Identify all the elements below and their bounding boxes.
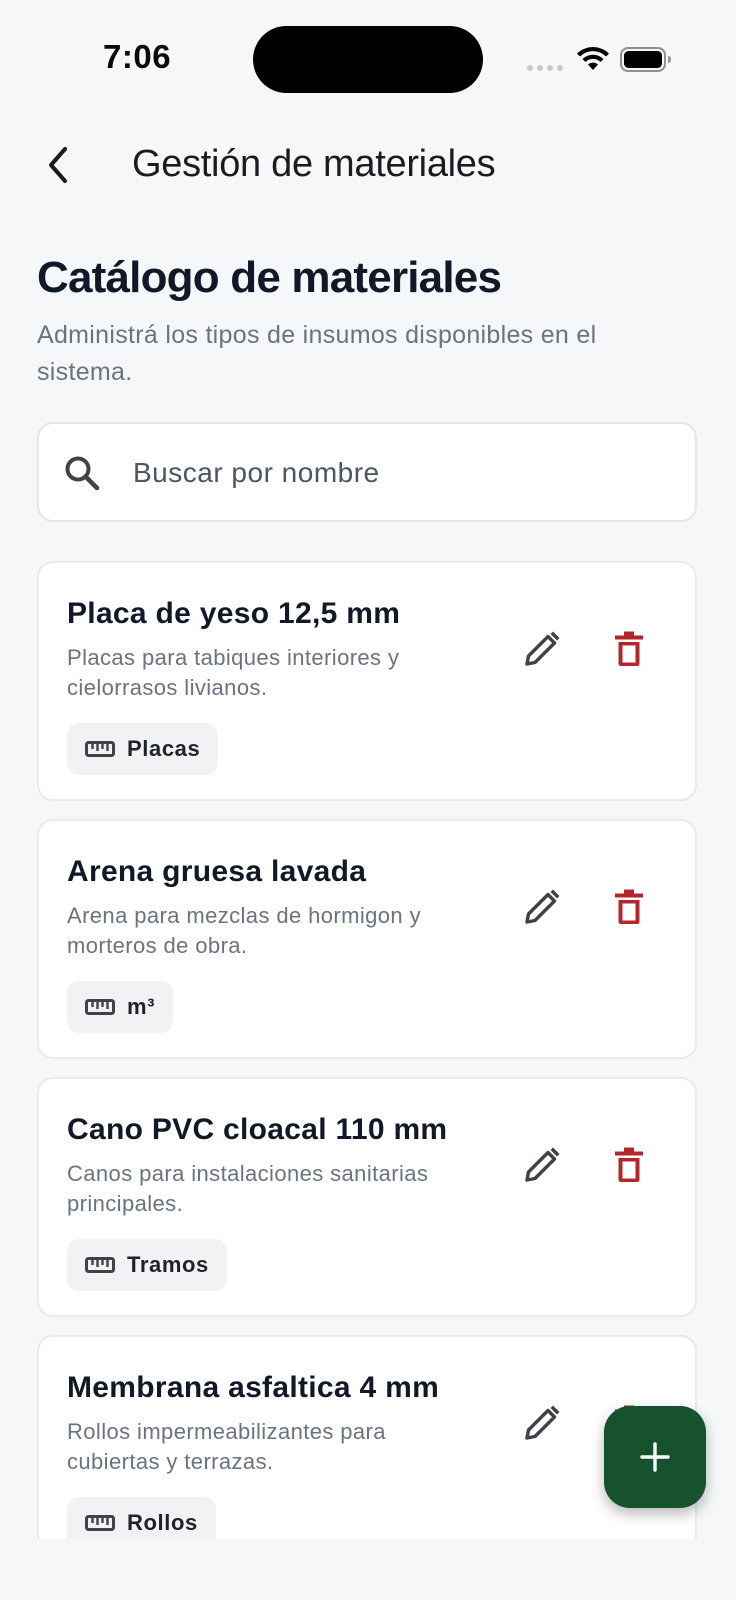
material-card[interactable]: Placa de yeso 12,5 mm Placas para tabiqu… [37, 561, 697, 801]
material-description: Placas para tabiques interiores y cielor… [67, 645, 400, 700]
edit-button[interactable] [514, 1137, 570, 1193]
unit-chip: Tramos [67, 1239, 227, 1291]
plus-icon [640, 1442, 670, 1472]
materials-list: Placa de yeso 12,5 mm Placas para tabiqu… [37, 561, 697, 1539]
pencil-icon [525, 631, 560, 666]
dynamic-island [253, 26, 483, 93]
pencil-icon [525, 1147, 560, 1182]
ruler-icon [85, 1257, 115, 1273]
status-time: 7:06 [103, 38, 172, 75]
ruler-icon [85, 1515, 115, 1531]
unit-chip: Rollos [67, 1497, 216, 1539]
page-subtitle: Administrá los tipos de insumos disponib… [37, 321, 597, 386]
pencil-icon [525, 1405, 560, 1440]
ruler-icon [85, 741, 115, 757]
material-name: Arena gruesa lavada [67, 855, 367, 888]
page-title: Catálogo de materiales [37, 253, 502, 302]
material-description: Arena para mezclas de hormigon y mortero… [67, 903, 421, 958]
edit-button[interactable] [514, 1395, 570, 1451]
ruler-icon [85, 999, 115, 1015]
unit-label: Placas [127, 736, 201, 761]
edit-button[interactable] [514, 621, 570, 677]
material-description: Canos para instalaciones sanitarias prin… [67, 1161, 429, 1216]
trash-icon [615, 1147, 643, 1182]
trash-icon [615, 631, 643, 666]
battery-icon [620, 47, 671, 72]
search-icon [65, 456, 100, 491]
unit-label: Rollos [127, 1510, 198, 1535]
status-bar: 7:06 [0, 0, 736, 120]
unit-chip: Placas [67, 723, 219, 775]
delete-button[interactable] [601, 621, 657, 677]
delete-button[interactable] [601, 879, 657, 935]
app-bar: Gestión de materiales [0, 125, 736, 205]
back-button[interactable] [30, 137, 86, 193]
material-card[interactable]: Arena gruesa lavada Arena para mezclas d… [37, 819, 697, 1059]
unit-label: Tramos [127, 1252, 209, 1277]
trash-icon [615, 889, 643, 924]
wifi-icon [577, 47, 609, 70]
search-input[interactable] [131, 426, 675, 520]
app-bar-title: Gestión de materiales [132, 143, 496, 185]
material-name: Membrana asfaltica 4 mm [67, 1371, 440, 1404]
cellular-signal-icon [527, 65, 563, 71]
edit-button[interactable] [514, 879, 570, 935]
unit-label: m³ [127, 994, 156, 1019]
material-name: Cano PVC cloacal 110 mm [67, 1113, 448, 1146]
unit-chip: m³ [67, 981, 174, 1033]
pencil-icon [525, 889, 560, 924]
material-name: Placa de yeso 12,5 mm [67, 597, 401, 630]
material-description: Rollos impermeabilizantes para cubiertas… [67, 1419, 386, 1474]
add-material-button[interactable] [604, 1406, 706, 1508]
search-box[interactable] [37, 422, 697, 522]
delete-button[interactable] [601, 1137, 657, 1193]
chevron-left-icon [49, 147, 67, 183]
material-card[interactable]: Membrana asfaltica 4 mm Rollos impermeab… [37, 1335, 697, 1539]
material-card[interactable]: Cano PVC cloacal 110 mm Canos para insta… [37, 1077, 697, 1317]
